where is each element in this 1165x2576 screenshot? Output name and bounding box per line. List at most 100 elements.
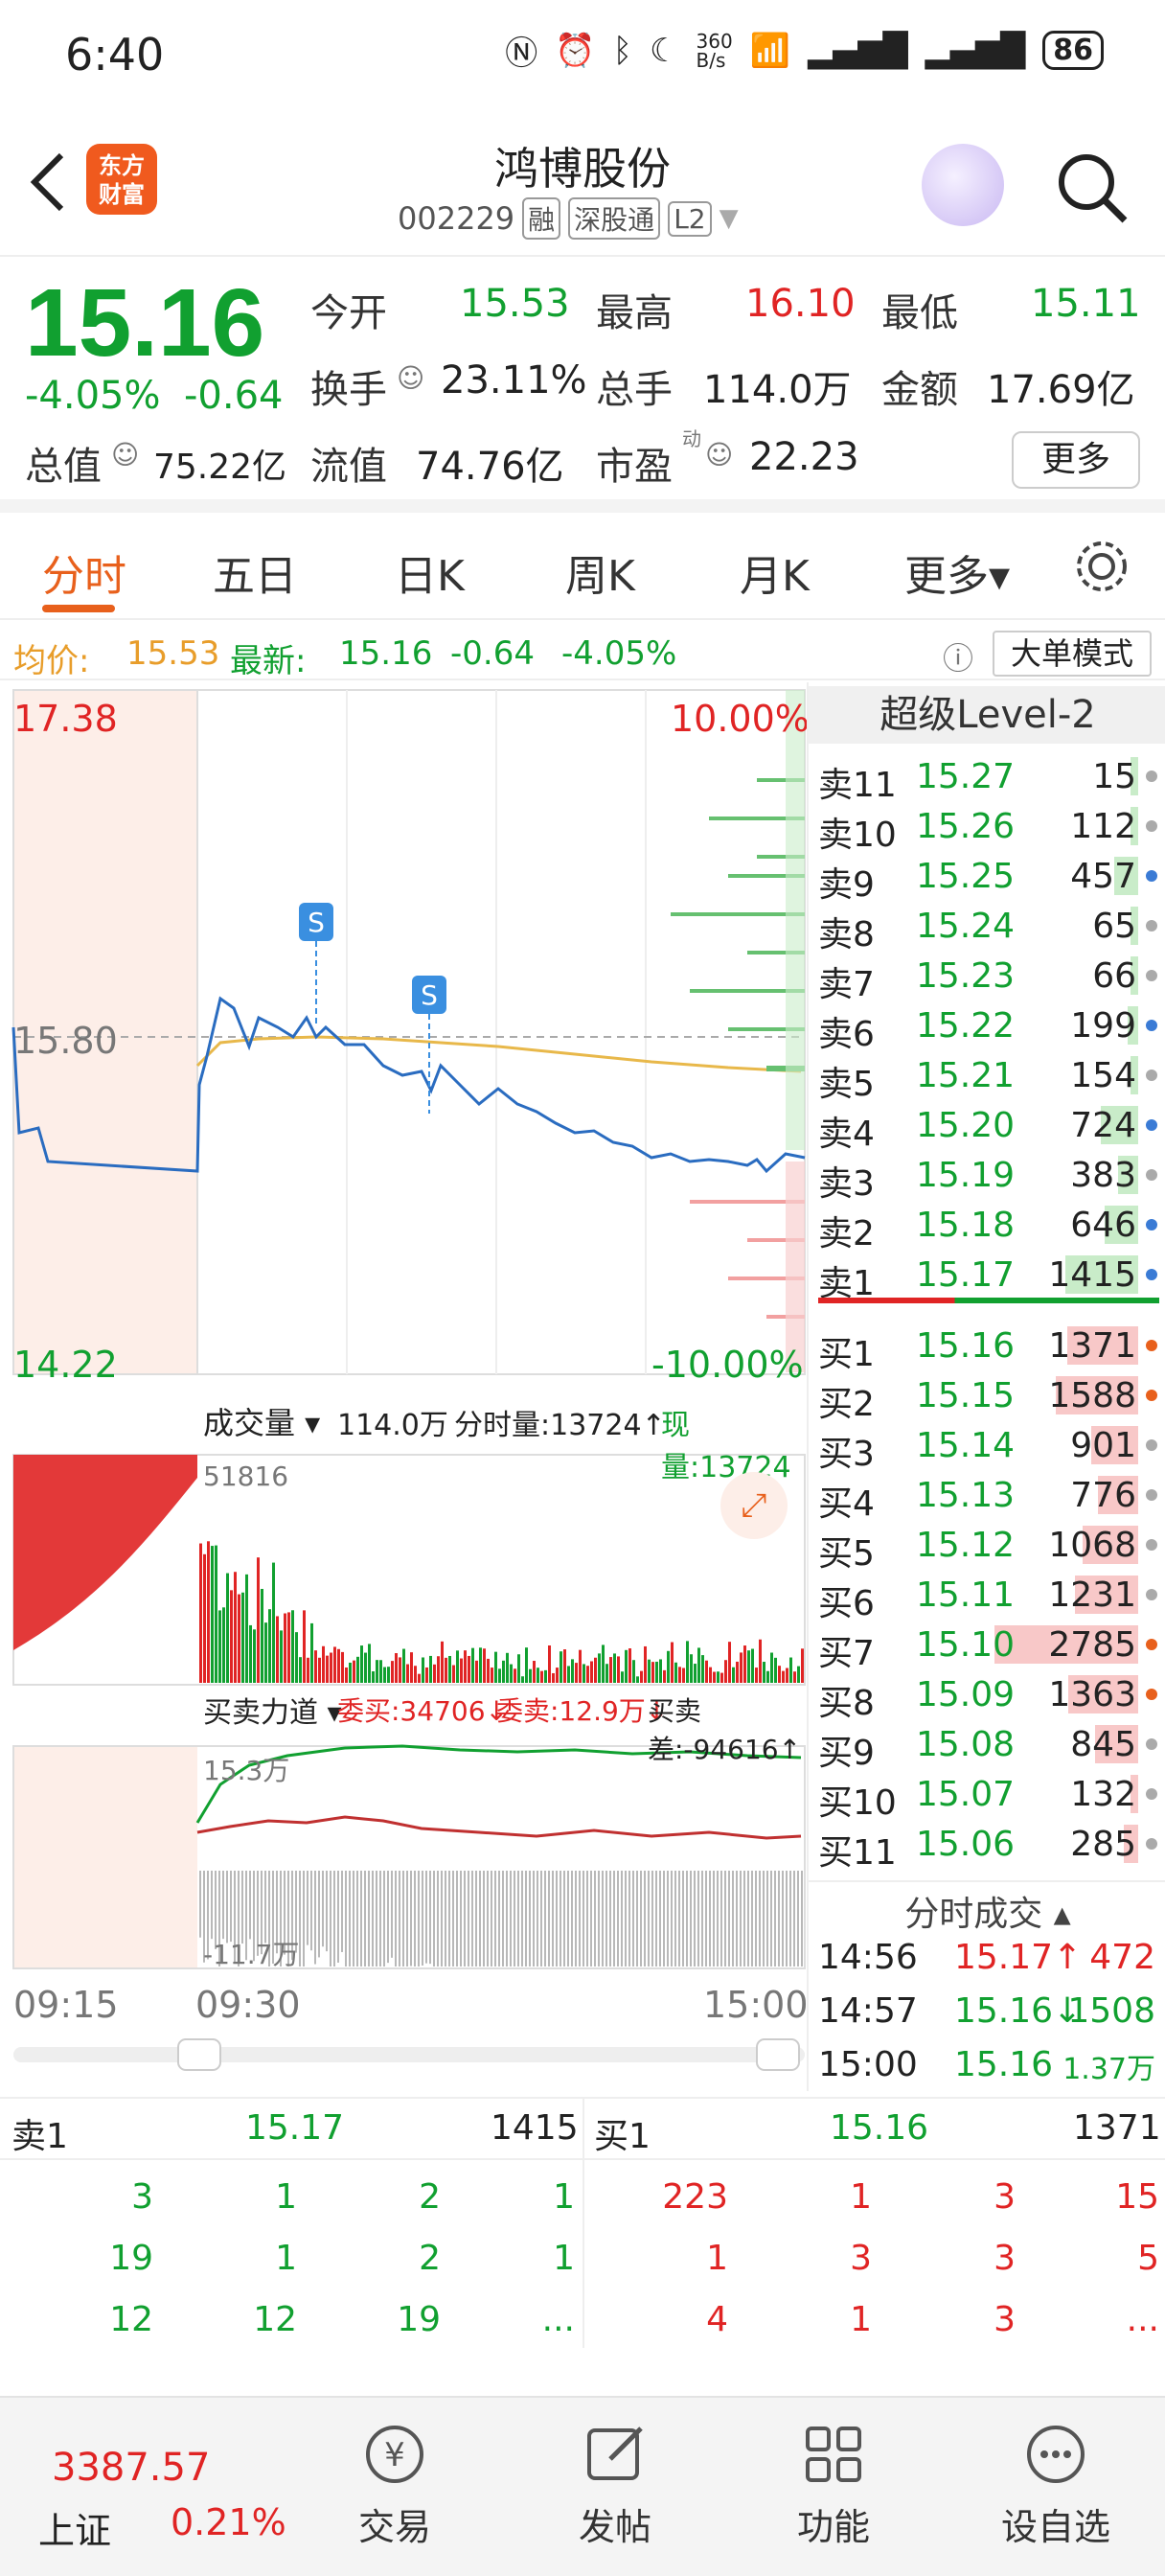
volume-bar <box>253 1629 256 1683</box>
sell-force-line <box>196 1815 802 1840</box>
search-button[interactable] <box>1054 150 1131 226</box>
force-bar <box>747 1871 749 1966</box>
sell-level-row[interactable]: 卖11 15.27 15 <box>809 751 1165 805</box>
tab-weekly-k[interactable]: 周K <box>565 541 635 603</box>
index-pct[interactable]: 0.21% <box>171 2501 286 2543</box>
latest-change: -0.64 <box>450 634 535 673</box>
expand-icon[interactable]: ⤢ <box>720 1472 788 1539</box>
force-bar <box>621 1871 623 1966</box>
force-bar <box>356 1871 358 1966</box>
buy-level-row[interactable]: 买3 15.14 901 <box>809 1420 1165 1474</box>
level-dot-icon <box>1146 1738 1157 1750</box>
buy-level-row[interactable]: 买8 15.09 1363 <box>809 1669 1165 1723</box>
force-bar <box>491 1871 492 1966</box>
volume-bar <box>671 1642 674 1683</box>
buy-level-row[interactable]: 买1 15.16 1371 <box>809 1321 1165 1374</box>
chart-top-pct: 10.00% <box>671 698 810 740</box>
tab-monthly-k[interactable]: 月K <box>740 541 810 603</box>
tick-trades-title[interactable]: 分时成交 ▴ <box>809 1886 1165 1936</box>
intraday-chart[interactable]: S S 17.38 10.00% 15.80 14.22 -10.00% 成交量… <box>0 682 810 2091</box>
force-bar <box>625 1871 627 1966</box>
time-scroller[interactable] <box>13 2047 805 2062</box>
queue-sell-cell: 3 <box>131 2177 153 2217</box>
buy-level-row[interactable]: 买2 15.15 1588 <box>809 1370 1165 1424</box>
volume-bar <box>778 1666 781 1683</box>
force-bar <box>732 1871 734 1966</box>
amount-value: 17.69亿 <box>987 368 1135 412</box>
sell-level-row[interactable]: 卖7 15.23 66 <box>809 951 1165 1004</box>
info-icon[interactable]: ☺ <box>111 439 139 471</box>
nav-trade[interactable]: ¥ 交易 <box>328 2421 462 2550</box>
level-label: 卖10 <box>818 816 897 855</box>
volume-bar <box>613 1653 616 1683</box>
level-price: 15.25 <box>916 857 1016 896</box>
index-value[interactable]: 3387.57 <box>52 2446 210 2490</box>
buy-level-row[interactable]: 买4 15.13 776 <box>809 1470 1165 1524</box>
buy-level-row[interactable]: 买7 15.10 2785 <box>809 1620 1165 1673</box>
tick-time: 14:57 <box>818 1991 918 2031</box>
sell-level-row[interactable]: 卖3 15.19 383 <box>809 1150 1165 1204</box>
tab-daily-k[interactable]: 日K <box>395 541 465 603</box>
scroll-handle-right[interactable] <box>756 2038 800 2071</box>
info-icon[interactable]: ☺ <box>397 362 424 394</box>
help-icon[interactable]: ⓘ <box>943 634 973 678</box>
queue-sell-cell: 12 <box>253 2300 297 2339</box>
index-name[interactable]: 上证 <box>38 2501 111 2554</box>
tab-five-day[interactable]: 五日 <box>213 541 297 603</box>
volume-bar <box>705 1660 708 1683</box>
volume-bar <box>468 1655 470 1683</box>
nav-post[interactable]: 发帖 <box>548 2421 682 2550</box>
buy-level-row[interactable]: 买11 15.06 285 <box>809 1819 1165 1873</box>
volume-bar <box>433 1664 436 1683</box>
force-bar <box>728 1871 730 1966</box>
big-order-mode-button[interactable]: 大单模式 <box>993 631 1152 677</box>
sell-level-row[interactable]: 卖5 15.21 154 <box>809 1050 1165 1104</box>
tick-price: 15.17↑ <box>954 1938 1083 1977</box>
volume-bar <box>537 1668 539 1683</box>
tab-intraday[interactable]: 分时 <box>42 541 126 603</box>
force-bar <box>529 1871 531 1966</box>
settings-button[interactable] <box>1073 538 1131 599</box>
assistant-robot-icon[interactable] <box>922 144 1004 226</box>
force-bar <box>468 1871 469 1966</box>
dropdown-icon[interactable]: ▼ <box>720 204 739 233</box>
sell-level-row[interactable]: 卖6 15.22 199 <box>809 1000 1165 1054</box>
force-bar <box>460 1871 462 1966</box>
volume-bar <box>349 1662 352 1683</box>
force-bar <box>774 1871 776 1966</box>
change-percent: -4.05% <box>25 374 161 418</box>
volume-bar <box>514 1668 516 1683</box>
force-bar <box>663 1871 665 1966</box>
volume-bar <box>655 1661 658 1683</box>
sell-level-row[interactable]: 卖2 15.18 646 <box>809 1200 1165 1254</box>
level-label: 卖5 <box>818 1065 875 1104</box>
scroll-handle-left[interactable] <box>177 2038 221 2071</box>
sell-level-row[interactable]: 卖8 15.24 65 <box>809 901 1165 954</box>
sell-level-row[interactable]: 卖9 15.25 457 <box>809 851 1165 905</box>
volume-indicator-select[interactable]: 成交量 ▾ <box>203 1399 320 1443</box>
nav-add-watchlist[interactable]: 设自选 <box>989 2421 1123 2550</box>
volume-bar <box>793 1671 796 1683</box>
force-bar <box>410 1871 412 1966</box>
volume-total: 114.0万 <box>337 1409 448 1442</box>
info-icon[interactable]: ☺ <box>705 439 733 471</box>
volume-bar <box>307 1657 309 1683</box>
buy-level-row[interactable]: 买10 15.07 132 <box>809 1769 1165 1823</box>
buy-level-row[interactable]: 买5 15.12 1068 <box>809 1520 1165 1574</box>
force-indicator-select[interactable]: 买卖力道 ▾ <box>203 1689 342 1731</box>
buy-level-row[interactable]: 买6 15.11 1231 <box>809 1570 1165 1623</box>
buy-level-row[interactable]: 买9 15.08 845 <box>809 1719 1165 1773</box>
level2-title[interactable]: 超级Level-2 <box>809 686 1165 744</box>
force-bar <box>475 1871 477 1966</box>
level-price: 15.14 <box>916 1426 1016 1465</box>
tab-more[interactable]: 更多▾ <box>904 541 1010 603</box>
level-price: 15.27 <box>916 757 1016 796</box>
nav-functions[interactable]: 功能 <box>766 2421 901 2550</box>
level-price: 15.16 <box>916 1326 1016 1366</box>
sell-level-row[interactable]: 卖4 15.20 724 <box>809 1100 1165 1154</box>
sell-level-row[interactable]: 卖1 15.17 1415 <box>809 1250 1165 1303</box>
more-quote-button[interactable]: 更多 <box>1012 431 1140 489</box>
volume-bar <box>249 1624 252 1683</box>
sell-level-row[interactable]: 卖10 15.26 112 <box>809 801 1165 855</box>
force-bar <box>709 1871 711 1966</box>
